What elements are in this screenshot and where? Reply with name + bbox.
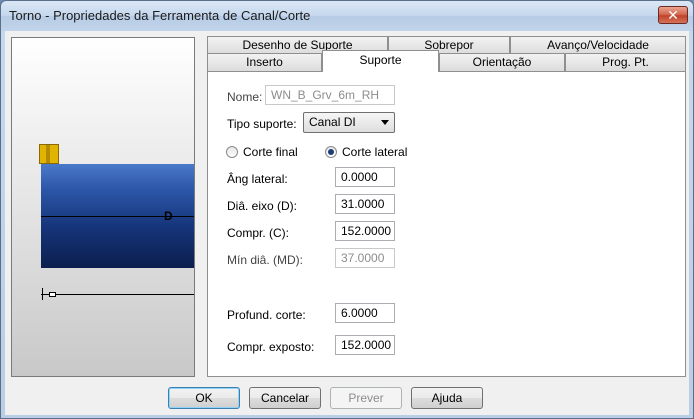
tool-preview: D	[11, 37, 195, 377]
shank-dia-field[interactable]: 31.0000	[335, 194, 395, 214]
preview-button: Prever	[330, 387, 402, 409]
exposed-length-field[interactable]: 152.0000	[335, 335, 395, 355]
diameter-label: D	[164, 209, 173, 223]
dialog-client: D Desenho de Suporte Sobrepor Avanço/Vel…	[5, 31, 689, 415]
side-cut-radio[interactable]	[325, 146, 337, 158]
suporte-panel: Nome: WN_B_Grv_6m_RH Tipo suporte: Canal…	[207, 71, 686, 377]
length-label: Compr. (C):	[227, 226, 290, 240]
face-cut-label[interactable]: Corte final	[243, 145, 298, 159]
tab-prog-pt[interactable]: Prog. Pt.	[565, 53, 686, 71]
shank-dia-label: Diâ. eixo (D):	[227, 199, 298, 213]
chevron-down-icon	[381, 120, 389, 125]
exposed-length-label: Compr. exposto:	[227, 340, 315, 354]
tab-inserto[interactable]: Inserto	[207, 53, 322, 71]
side-angle-label: Âng lateral:	[227, 172, 288, 186]
holder-type-value: Canal DI	[309, 115, 356, 129]
side-angle-field[interactable]: 0.0000	[335, 167, 395, 187]
insert-tip-icon	[39, 144, 59, 164]
min-dia-field: 37.0000	[335, 248, 395, 268]
side-cut-label[interactable]: Corte lateral	[342, 145, 407, 159]
ok-button[interactable]: OK	[168, 387, 240, 409]
face-cut-radio[interactable]	[226, 146, 238, 158]
name-label: Nome:	[227, 90, 263, 104]
length-marker-icon	[49, 292, 56, 297]
name-field: WN_B_Grv_6m_RH	[265, 85, 395, 105]
cut-depth-field[interactable]: 6.0000	[335, 303, 395, 323]
tab-row-back: Desenho de Suporte Sobrepor Avanço/Veloc…	[207, 36, 686, 54]
min-dia-label: Mín diâ. (MD):	[227, 253, 304, 267]
cancel-button[interactable]: Cancelar	[249, 387, 321, 409]
help-button[interactable]: Ajuda	[411, 387, 483, 409]
cut-depth-label: Profund. corte:	[227, 308, 306, 322]
tab-avanco-velocidade[interactable]: Avanço/Velocidade	[510, 36, 686, 54]
dialog-window: Torno - Propriedades da Ferramenta de Ca…	[0, 0, 694, 419]
tab-suporte[interactable]: Suporte	[322, 50, 439, 72]
length-tick	[42, 288, 43, 300]
tab-row-front: Inserto Suporte Orientação Prog. Pt.	[207, 50, 686, 72]
tab-orientacao[interactable]: Orientação	[439, 53, 565, 71]
length-field[interactable]: 152.0000	[335, 221, 395, 241]
holder-type-select[interactable]: Canal DI	[303, 112, 395, 133]
length-line	[41, 294, 194, 295]
title-bar[interactable]: Torno - Propriedades da Ferramenta de Ca…	[1, 1, 693, 31]
holder-type-label: Tipo suporte:	[227, 117, 297, 131]
close-icon[interactable]: ✕	[658, 6, 688, 24]
window-title: Torno - Propriedades da Ferramenta de Ca…	[9, 8, 311, 23]
